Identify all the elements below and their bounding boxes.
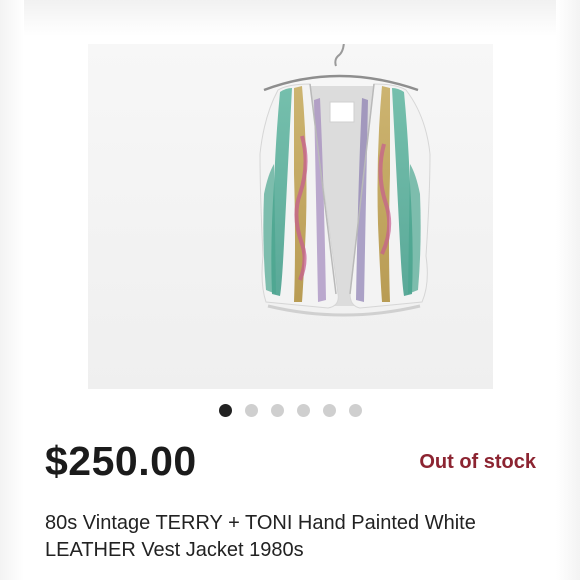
carousel-dot-2[interactable] <box>244 404 258 417</box>
carousel-dot-4[interactable] <box>296 404 310 417</box>
top-shadow <box>0 0 580 36</box>
carousel-dot-5[interactable] <box>322 404 336 417</box>
vest-on-hanger-image <box>88 44 493 389</box>
left-edge-shadow <box>0 0 24 580</box>
product-title: 80s Vintage TERRY + TONI Hand Painted Wh… <box>45 512 476 561</box>
image-carousel-dots <box>0 404 580 418</box>
product-photo[interactable] <box>88 44 493 389</box>
right-edge-shadow <box>556 0 580 580</box>
availability-status: Out of stock <box>419 451 536 473</box>
carousel-dot-3[interactable] <box>270 404 284 417</box>
carousel-dot-6[interactable] <box>348 404 362 417</box>
carousel-dot-1[interactable] <box>218 404 232 417</box>
product-price: $250.00 <box>45 438 197 484</box>
product-listing-screen: $250.00 Out of stock 80s Vintage TERRY +… <box>0 0 580 580</box>
